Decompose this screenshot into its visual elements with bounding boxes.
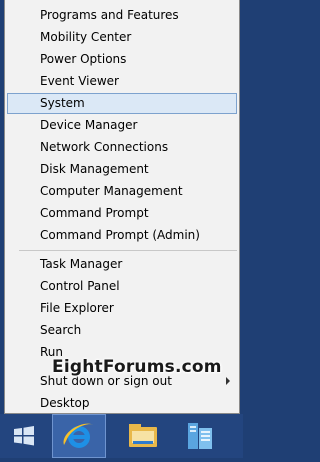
watermark: EightForums.com bbox=[52, 357, 222, 377]
menu-item-search[interactable]: Search bbox=[7, 320, 237, 341]
menu-item-file-explorer[interactable]: File Explorer bbox=[7, 298, 237, 319]
menu-item-event-viewer[interactable]: Event Viewer bbox=[7, 71, 237, 92]
server-manager-icon bbox=[188, 423, 212, 449]
menu-item-command-prompt-admin[interactable]: Command Prompt (Admin) bbox=[7, 225, 237, 246]
menu-item-task-manager[interactable]: Task Manager bbox=[7, 254, 237, 275]
start-button[interactable] bbox=[4, 414, 44, 458]
taskbar bbox=[0, 414, 243, 458]
menu-item-command-prompt[interactable]: Command Prompt bbox=[7, 203, 237, 224]
file-explorer-button[interactable] bbox=[120, 414, 166, 458]
menu-separator bbox=[19, 250, 237, 251]
server-manager-button[interactable] bbox=[178, 414, 222, 458]
menu-item-disk-management[interactable]: Disk Management bbox=[7, 159, 237, 180]
windows-start-icon bbox=[14, 426, 34, 446]
menu-item-device-manager[interactable]: Device Manager bbox=[7, 115, 237, 136]
menu-item-network-connections[interactable]: Network Connections bbox=[7, 137, 237, 158]
menu-item-mobility-center[interactable]: Mobility Center bbox=[7, 27, 237, 48]
file-explorer-icon bbox=[129, 424, 157, 447]
internet-explorer-button[interactable] bbox=[52, 414, 106, 458]
menu-item-computer-management[interactable]: Computer Management bbox=[7, 181, 237, 202]
menu-item-power-options[interactable]: Power Options bbox=[7, 49, 237, 70]
quick-link-menu: Programs and Features Mobility Center Po… bbox=[4, 0, 240, 414]
internet-explorer-icon bbox=[63, 423, 94, 448]
menu-item-desktop[interactable]: Desktop bbox=[7, 393, 237, 414]
menu-item-programs-and-features[interactable]: Programs and Features bbox=[7, 5, 237, 26]
submenu-arrow-icon bbox=[226, 377, 230, 385]
menu-item-control-panel[interactable]: Control Panel bbox=[7, 276, 237, 297]
menu-item-system[interactable]: System bbox=[7, 93, 237, 114]
